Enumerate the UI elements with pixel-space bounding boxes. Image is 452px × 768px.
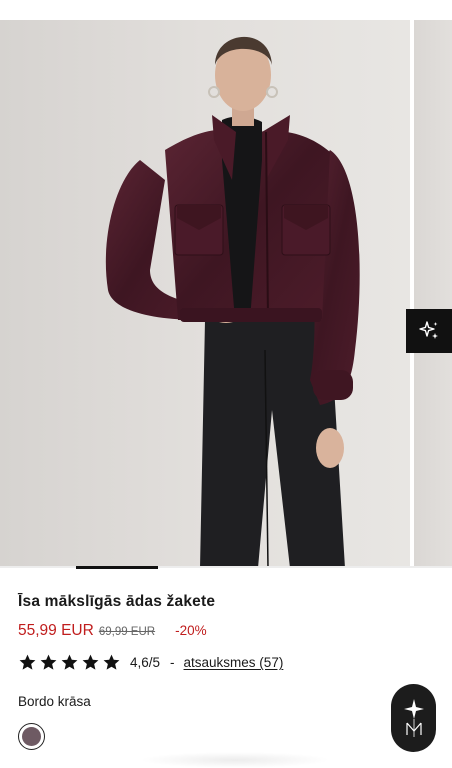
brand-logo-icon — [403, 699, 424, 737]
star-rating — [18, 653, 121, 672]
sparkles-icon — [419, 321, 438, 339]
bottom-shadow — [140, 752, 330, 768]
star-icon — [40, 654, 57, 670]
rating-separator: - — [170, 655, 175, 670]
color-label: Bordo krāsa — [18, 694, 91, 709]
product-title: Īsa mākslīgās ādas žakete — [18, 593, 216, 610]
rating-value: 4,6/5 — [130, 655, 161, 670]
rating-row: 4,6/5 - atsauksmes (57) — [18, 653, 283, 672]
brand-chat-button[interactable] — [391, 684, 436, 752]
gallery-progress-track — [0, 566, 452, 568]
swatch-fill — [22, 727, 41, 746]
star-icon — [82, 654, 99, 670]
price-row: 55,99 EUR 69,99 EUR -20% — [18, 622, 207, 640]
next-product-image[interactable] — [414, 20, 452, 568]
old-price: 69,99 EUR — [98, 626, 156, 638]
star-icon — [19, 654, 36, 670]
product-image[interactable] — [0, 20, 410, 568]
color-swatch-bordo[interactable] — [18, 723, 45, 750]
ai-sparkle-button[interactable] — [406, 309, 452, 353]
discount-badge: -20% — [175, 623, 207, 638]
product-image-gallery[interactable] — [0, 20, 452, 568]
star-icon — [103, 654, 120, 670]
star-icon — [61, 654, 78, 670]
reviews-link[interactable]: atsauksmes (57) — [184, 655, 284, 670]
current-price: 55,99 EUR — [18, 622, 94, 639]
gallery-progress-indicator — [76, 566, 158, 569]
model-photo — [0, 20, 410, 568]
